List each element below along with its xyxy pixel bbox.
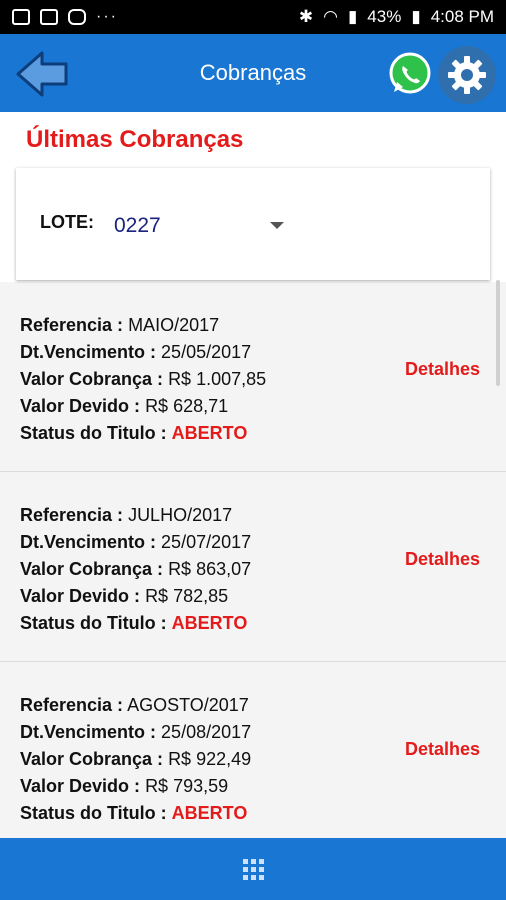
instagram-icon — [68, 9, 86, 25]
valor-devido-value: R$ 793,59 — [145, 776, 229, 796]
clock: 4:08 PM — [430, 7, 494, 26]
status-badge: ABERTO — [171, 803, 248, 823]
section-title: Últimas Cobranças — [26, 126, 244, 153]
valor-devido-label: Valor Devido : — [20, 776, 141, 796]
bluetooth-icon: ✱ — [298, 7, 314, 26]
vencimento-value: 25/07/2017 — [161, 532, 252, 552]
vencimento-label: Dt.Vencimento : — [20, 722, 157, 742]
detalhes-link[interactable]: Detalhes — [405, 739, 480, 760]
referencia-label: Referencia : — [20, 315, 124, 335]
referencia-label: Referencia : — [20, 505, 124, 525]
vencimento-value: 25/08/2017 — [161, 722, 252, 742]
signal-icon: ▮ — [347, 7, 358, 26]
lote-value: 0227 — [114, 214, 161, 237]
valor-cobranca-value: R$ 1.007,85 — [168, 369, 267, 389]
valor-cobranca-label: Valor Cobrança : — [20, 369, 164, 389]
referencia-value: AGOSTO/2017 — [127, 695, 249, 715]
app-bar: Cobranças — [0, 34, 506, 112]
chevron-down-icon — [270, 222, 284, 229]
list-item: Referencia : JULHO/2017 Dt.Vencimento : … — [0, 472, 506, 662]
settings-button[interactable] — [438, 46, 496, 104]
status-bar: ··· ✱ ◠ ▮ 43% ▮ 4:08 PM — [0, 0, 506, 34]
valor-devido-value: R$ 628,71 — [145, 396, 229, 416]
wifi-icon: ◠ — [323, 7, 338, 26]
lote-label: LOTE: — [40, 212, 94, 232]
image-icon — [40, 9, 58, 25]
referencia-value: MAIO/2017 — [128, 315, 220, 335]
list-item: Referencia : MAIO/2017 Dt.Vencimento : 2… — [0, 282, 506, 472]
header-section: Últimas Cobranças LOTE: 0227 — [0, 112, 506, 386]
valor-cobranca-label: Valor Cobrança : — [20, 559, 164, 579]
whatsapp-button[interactable] — [388, 52, 432, 96]
cobrancas-list: Referencia : MAIO/2017 Dt.Vencimento : 2… — [0, 282, 506, 852]
vencimento-label: Dt.Vencimento : — [20, 342, 157, 362]
status-badge: ABERTO — [171, 423, 248, 443]
vencimento-label: Dt.Vencimento : — [20, 532, 157, 552]
item-details: Referencia : AGOSTO/2017 Dt.Vencimento :… — [20, 692, 251, 827]
referencia-value: JULHO/2017 — [128, 505, 233, 525]
list-item: Referencia : AGOSTO/2017 Dt.Vencimento :… — [0, 662, 506, 852]
lote-card: LOTE: 0227 — [16, 168, 490, 280]
valor-cobranca-value: R$ 863,07 — [168, 559, 252, 579]
apps-grid-icon[interactable] — [242, 858, 264, 880]
status-label: Status do Titulo : — [20, 423, 167, 443]
gallery-icon — [12, 9, 30, 25]
gear-icon — [448, 56, 486, 94]
item-details: Referencia : MAIO/2017 Dt.Vencimento : 2… — [20, 312, 266, 447]
valor-cobranca-label: Valor Cobrança : — [20, 749, 164, 769]
more-notifications-icon: ··· — [96, 8, 118, 25]
valor-devido-label: Valor Devido : — [20, 396, 141, 416]
detalhes-link[interactable]: Detalhes — [405, 359, 480, 380]
valor-devido-label: Valor Devido : — [20, 586, 141, 606]
lote-dropdown[interactable]: 0227 — [112, 208, 292, 242]
battery-percent: 43% — [367, 7, 402, 26]
status-label: Status do Titulo : — [20, 803, 167, 823]
status-badge: ABERTO — [171, 613, 248, 633]
item-details: Referencia : JULHO/2017 Dt.Vencimento : … — [20, 502, 251, 637]
status-label: Status do Titulo : — [20, 613, 167, 633]
valor-devido-value: R$ 782,85 — [145, 586, 229, 606]
detalhes-link[interactable]: Detalhes — [405, 549, 480, 570]
whatsapp-icon — [389, 52, 431, 94]
bottom-bar — [0, 838, 506, 900]
vencimento-value: 25/05/2017 — [161, 342, 252, 362]
valor-cobranca-value: R$ 922,49 — [168, 749, 252, 769]
battery-icon: ▮ — [411, 7, 421, 26]
referencia-label: Referencia : — [20, 695, 124, 715]
